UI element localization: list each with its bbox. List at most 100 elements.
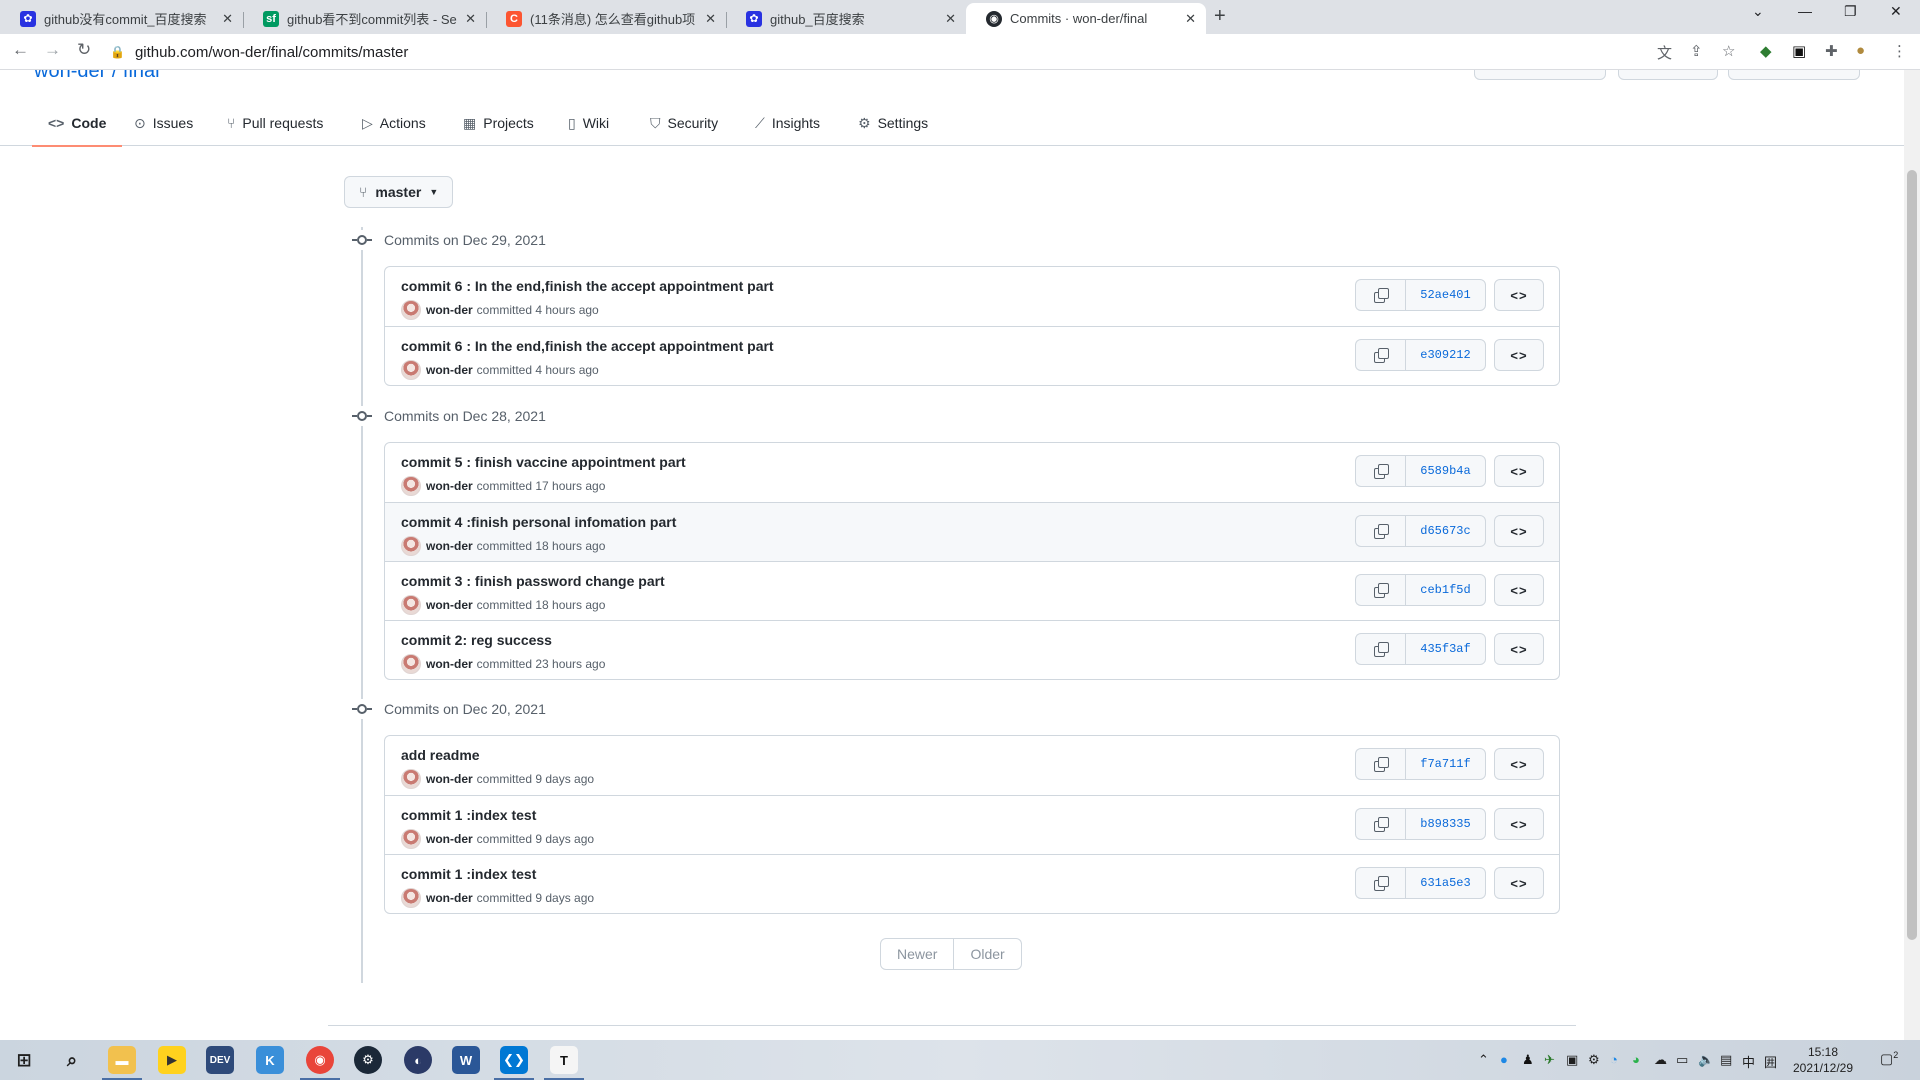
commit-sha-link[interactable]: d65673c <box>1405 515 1486 547</box>
steam-icon[interactable]: ⚙ <box>354 1046 382 1074</box>
browse-files-button[interactable]: <> <box>1494 515 1544 547</box>
app-k-icon[interactable]: K <box>256 1046 284 1074</box>
close-icon[interactable]: ✕ <box>705 11 716 27</box>
vscode-icon[interactable]: ❮❯ <box>494 1046 534 1080</box>
avatar[interactable] <box>401 769 421 789</box>
player-app-icon[interactable]: ▶ <box>158 1046 186 1074</box>
fork-button[interactable] <box>1618 70 1718 80</box>
browse-files-button[interactable]: <> <box>1494 867 1544 899</box>
eclipse-icon[interactable]: ◐ <box>404 1046 432 1074</box>
tray-app-icon[interactable]: ● <box>1500 1052 1508 1067</box>
author-link[interactable]: won-der <box>426 539 473 553</box>
window-close-icon[interactable]: ✕ <box>1890 3 1902 20</box>
avatar[interactable] <box>401 595 421 615</box>
browser-tab[interactable]: sf github看不到commit列表 - Seg ✕ <box>243 3 487 34</box>
avatar[interactable] <box>401 829 421 849</box>
copy-sha-button[interactable] <box>1355 339 1405 371</box>
volume-icon[interactable]: 🔈 <box>1698 1052 1714 1068</box>
close-icon[interactable]: ✕ <box>945 11 956 27</box>
browser-tab[interactable]: C (11条消息) 怎么查看github项目 ✕ <box>486 3 727 34</box>
wechat-icon[interactable]: ◕ <box>1632 1052 1640 1067</box>
avatar[interactable] <box>401 300 421 320</box>
profile-avatar-icon[interactable]: ● <box>1856 42 1865 59</box>
browse-files-button[interactable]: <> <box>1494 574 1544 606</box>
extension-icon[interactable]: ◆ <box>1760 42 1772 60</box>
commit-message-link[interactable]: commit 1 :index test <box>401 807 536 823</box>
onedrive-icon[interactable]: ☁ <box>1654 1052 1667 1068</box>
avatar[interactable] <box>401 536 421 556</box>
network-icon[interactable]: ▤ <box>1720 1052 1732 1068</box>
author-link[interactable]: won-der <box>426 598 473 612</box>
tab-projects[interactable]: ▦ Projects <box>463 100 534 146</box>
minimize-icon[interactable]: — <box>1798 3 1812 19</box>
commit-message-link[interactable]: commit 2: reg success <box>401 632 552 648</box>
qq-icon[interactable]: ♟ <box>1522 1052 1534 1068</box>
copy-sha-button[interactable] <box>1355 574 1405 606</box>
ime-indicator[interactable]: 中 <box>1742 1052 1755 1071</box>
tab-settings[interactable]: ⚙ Settings <box>858 100 928 146</box>
copy-sha-button[interactable] <box>1355 633 1405 665</box>
copy-sha-button[interactable] <box>1355 515 1405 547</box>
browse-files-button[interactable]: <> <box>1494 279 1544 311</box>
browse-files-button[interactable]: <> <box>1494 633 1544 665</box>
tab-actions[interactable]: ▷ Actions <box>362 100 426 146</box>
share-icon[interactable]: ⇪ <box>1690 42 1703 60</box>
tray-app-icon[interactable]: ◔ <box>1610 1052 1618 1067</box>
author-link[interactable]: won-der <box>426 772 473 786</box>
copy-sha-button[interactable] <box>1355 279 1405 311</box>
commit-sha-link[interactable]: 631a5e3 <box>1405 867 1486 899</box>
dev-cpp-icon[interactable]: DEV <box>206 1046 234 1074</box>
commit-message-link[interactable]: add readme <box>401 747 480 763</box>
author-link[interactable]: won-der <box>426 832 473 846</box>
commit-message-link[interactable]: commit 1 :index test <box>401 866 536 882</box>
tab-issues[interactable]: ⊙ Issues <box>134 100 193 146</box>
browse-files-button[interactable]: <> <box>1494 455 1544 487</box>
extensions-puzzle-icon[interactable]: ✚ <box>1825 42 1838 60</box>
older-button[interactable]: Older <box>954 938 1022 970</box>
commit-sha-link[interactable]: f7a711f <box>1405 748 1486 780</box>
avatar[interactable] <box>401 888 421 908</box>
new-tab-icon[interactable]: + <box>1214 5 1226 28</box>
tray-overflow-icon[interactable]: ⌃ <box>1478 1052 1489 1068</box>
newer-button[interactable]: Newer <box>880 938 955 970</box>
extension-icon[interactable]: ▣ <box>1792 42 1806 60</box>
browse-files-button[interactable]: <> <box>1494 339 1544 371</box>
author-link[interactable]: won-der <box>426 657 473 671</box>
tab-security[interactable]: ⛉ Security <box>650 100 718 146</box>
windows-start-icon[interactable]: ⊞ <box>10 1046 38 1074</box>
copy-sha-button[interactable] <box>1355 748 1405 780</box>
commit-sha-link[interactable]: b898335 <box>1405 808 1486 840</box>
commit-sha-link[interactable]: ceb1f5d <box>1405 574 1486 606</box>
repo-title[interactable]: won-der / final <box>34 70 160 83</box>
restore-icon[interactable]: ❐ <box>1844 3 1857 20</box>
browser-tab-active[interactable]: ◉ Commits · won-der/final ✕ <box>966 3 1206 34</box>
back-icon[interactable]: ← <box>12 40 29 60</box>
copy-sha-button[interactable] <box>1355 808 1405 840</box>
chrome-icon[interactable]: ◉ <box>300 1046 340 1080</box>
author-link[interactable]: won-der <box>426 479 473 493</box>
browser-tab[interactable]: ✿ github没有commit_百度搜索 ✕ <box>0 3 244 34</box>
browse-files-button[interactable]: <> <box>1494 808 1544 840</box>
author-link[interactable]: won-der <box>426 891 473 905</box>
close-icon[interactable]: ✕ <box>1185 11 1196 27</box>
close-icon[interactable]: ✕ <box>222 11 233 27</box>
commit-message-link[interactable]: commit 5 : finish vaccine appointment pa… <box>401 454 686 470</box>
commit-message-link[interactable]: commit 3 : finish password change part <box>401 573 665 589</box>
commit-sha-link[interactable]: 435f3af <box>1405 633 1486 665</box>
tab-insights[interactable]: ⟋ Insights <box>755 100 820 146</box>
lock-icon[interactable]: 🔒 <box>110 45 125 59</box>
browse-files-button[interactable]: <> <box>1494 748 1544 780</box>
ime-mode-icon[interactable]: 囲 <box>1764 1052 1777 1071</box>
scrollbar-thumb[interactable] <box>1907 170 1917 940</box>
word-icon[interactable]: W <box>452 1046 480 1074</box>
tab-search-icon[interactable]: ⌄ <box>1752 3 1764 20</box>
tray-steam-icon[interactable]: ⚙ <box>1588 1052 1600 1068</box>
page-scrollbar[interactable] <box>1904 70 1920 1040</box>
commit-sha-link[interactable]: e309212 <box>1405 339 1486 371</box>
typora-icon[interactable]: T <box>544 1046 584 1080</box>
author-link[interactable]: won-der <box>426 303 473 317</box>
notification-icon[interactable]: ▢2 <box>1880 1050 1898 1068</box>
avatar[interactable] <box>401 654 421 674</box>
reload-icon[interactable]: ↻ <box>77 40 91 60</box>
file-explorer-icon[interactable]: ▬ <box>102 1046 142 1080</box>
